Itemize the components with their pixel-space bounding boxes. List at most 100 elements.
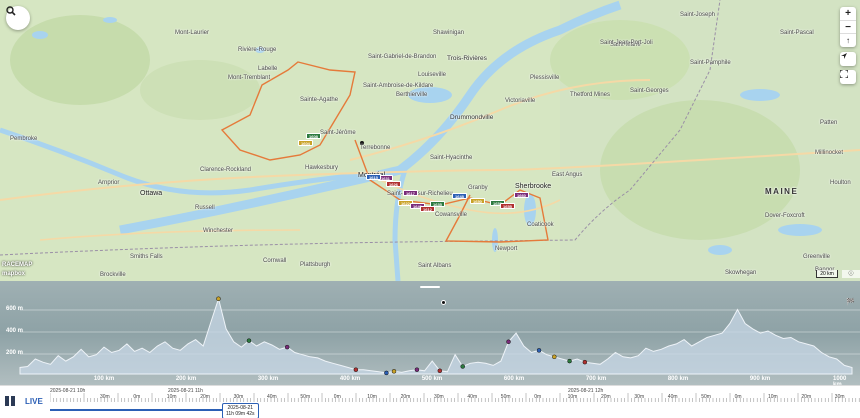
place-label: Russell	[195, 205, 215, 211]
place-label: Saint-Jean-sur-Richelieu	[387, 191, 453, 197]
finish-flag-icon: 🏁	[846, 299, 855, 306]
place-label: Winchester	[203, 228, 234, 234]
participant-marker[interactable]: 1655	[500, 203, 515, 209]
minute-tick: 20m	[801, 394, 812, 400]
participant-marker[interactable]: 1635	[430, 201, 445, 207]
participant-dot[interactable]	[582, 359, 588, 365]
participant-dot[interactable]	[353, 367, 359, 372]
participant-dot[interactable]	[567, 358, 572, 364]
x-axis-label: 800 km	[667, 376, 689, 382]
place-label: Saint-Hyacinthe	[430, 155, 473, 161]
pause-icon	[5, 396, 9, 406]
minute-tick: 50m	[300, 394, 311, 400]
y-axis-label: 600 m	[6, 306, 24, 312]
minute-tick: 0m	[534, 394, 542, 400]
place-label: Sainte-Agathe	[300, 97, 339, 103]
racemap-logo[interactable]: RACEMAP	[2, 262, 32, 268]
navigation-arrow-icon	[841, 53, 847, 59]
place-label: Saint-Gabriel-de-Brandon	[368, 54, 437, 60]
place-label: Arnprior	[98, 180, 120, 186]
place-label: Plattsburgh	[300, 262, 331, 268]
participant-marker[interactable]: 1650	[470, 198, 485, 204]
participant-marker[interactable]: 1604	[298, 140, 313, 146]
x-axis-label: 400 km	[339, 376, 361, 382]
participant-dot[interactable]	[437, 368, 443, 374]
participant-marker[interactable]: 1648	[452, 193, 467, 199]
pause-icon	[11, 396, 15, 406]
elevation-chart	[19, 296, 860, 376]
minute-tick: 0m	[734, 394, 742, 400]
x-axis-label: 700 km	[585, 376, 607, 382]
progress-bar	[50, 409, 229, 411]
minute-tick: 40m	[667, 394, 678, 400]
place-label: Smiths Falls	[130, 254, 163, 260]
minute-tick: 10m	[567, 394, 578, 400]
participant-marker[interactable]: 1660	[514, 192, 529, 198]
minute-tick: 30m	[834, 394, 845, 400]
place-label: Rivière-Rouge	[238, 47, 277, 53]
place-label: MAINE	[765, 187, 799, 196]
participant-marker[interactable]: 1617	[403, 190, 418, 196]
place-label: Hawkesbury	[305, 165, 339, 171]
minute-tick: 30m	[233, 394, 244, 400]
place-label: Louiseville	[418, 72, 447, 78]
y-axis-label: 400 m	[6, 328, 24, 334]
participant-dot[interactable]	[384, 370, 389, 376]
compass-button[interactable]: ↑	[840, 34, 856, 47]
map-base	[0, 0, 860, 281]
participant-dot[interactable]	[391, 369, 397, 374]
minute-tick: 20m	[200, 394, 210, 400]
place-label: Saint-Pascal	[780, 30, 814, 36]
participant-marker[interactable]: 1608	[306, 133, 321, 139]
place-label: Saint-Jean-Port-Joli	[600, 40, 653, 46]
attribution-button[interactable]: ⓘ	[842, 270, 860, 278]
cursor-position-dot	[441, 300, 446, 305]
participant-dot[interactable]	[552, 354, 557, 360]
place-label: Greenville	[803, 254, 831, 260]
place-label: Saint-Joseph	[680, 12, 716, 18]
participant-dot[interactable]	[536, 348, 542, 353]
place-label: Skowhegan	[725, 270, 757, 276]
zoom-out-button[interactable]: −	[840, 21, 856, 35]
place-label: Trois-Rivières	[447, 55, 487, 62]
participant-dot[interactable]	[284, 344, 290, 350]
place-label: Saint-Jérôme	[320, 130, 356, 136]
place-label: Drummondville	[450, 114, 494, 121]
x-axis-label: 500 km	[421, 376, 443, 382]
participant-dot[interactable]	[506, 339, 511, 344]
x-axis-label: 600 km	[503, 376, 525, 382]
place-label: Granby	[468, 185, 488, 191]
locate-button[interactable]	[840, 52, 856, 66]
participant-dot[interactable]	[460, 364, 465, 369]
current-time-bubble[interactable]: 2025-08-21 11h 09m 42s	[222, 403, 259, 418]
mapbox-logo[interactable]: mapbox	[2, 271, 25, 277]
y-axis-label: 200 m	[6, 350, 24, 356]
place-label: Houlton	[830, 180, 851, 186]
participant-marker[interactable]: 1615	[366, 174, 381, 180]
minute-tick: 20m	[601, 394, 611, 400]
current-elapsed: 11h 09m 42s	[226, 411, 255, 417]
time-ruler[interactable]: 2025-08-21 10h 2025-08-21 11h 2025-08-21 1…	[49, 386, 860, 418]
race-tracker-app: OttawaMontréalSherbrookeMAINEShawiniganT…	[0, 0, 860, 418]
place-label: Ottawa	[140, 190, 163, 197]
place-label: Dover-Foxcroft	[765, 213, 805, 219]
map-scale: 20 km	[816, 270, 838, 278]
map-view[interactable]: OttawaMontréalSherbrookeMAINEShawiniganT…	[0, 0, 860, 281]
place-label: Pembroke	[10, 136, 38, 142]
fullscreen-button[interactable]	[840, 70, 856, 84]
place-label: East Angus	[552, 172, 583, 178]
timeline-bar: LIVE 2025-08-21 10h 2025-08-21 11h 2025-08…	[0, 385, 860, 418]
participant-dot[interactable]	[216, 296, 221, 301]
zoom-in-button[interactable]: +	[840, 7, 856, 21]
pause-button[interactable]	[5, 396, 19, 408]
place-label: Clarence-Rockland	[200, 167, 252, 173]
x-axis-label: 900 km	[749, 376, 771, 382]
search-button[interactable]	[6, 6, 30, 30]
participant-dot[interactable]	[246, 338, 252, 343]
elevation-panel[interactable]: 🏁 600 m 400 m 200 m 100 km 200 km 300 km 40…	[0, 281, 860, 388]
participant-dot[interactable]	[414, 367, 420, 372]
participant-marker[interactable]: 1626	[386, 181, 401, 187]
search-icon	[6, 6, 16, 16]
place-label: Plessisville	[530, 75, 560, 81]
live-button[interactable]: LIVE	[25, 397, 43, 406]
